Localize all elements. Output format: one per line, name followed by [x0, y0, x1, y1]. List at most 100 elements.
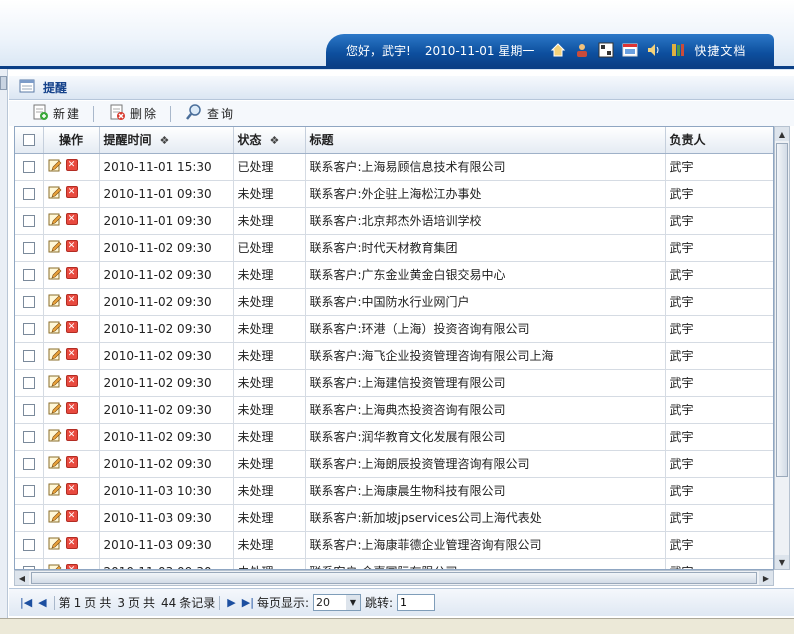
row-title[interactable]: 联系客户:广东金业黄金白银交易中心 — [305, 261, 666, 289]
table-row[interactable]: ✕ 2010-11-02 09:30 未处理 联系客户:润华教育文化发展有限公司 武宇 — [15, 423, 773, 451]
delete-icon[interactable]: ✕ — [65, 267, 78, 279]
edit-icon[interactable] — [48, 536, 62, 550]
delete-icon[interactable]: ✕ — [65, 402, 78, 414]
row-title[interactable]: 联系客户:上海康晨生物科技有限公司 — [305, 477, 666, 505]
books-icon[interactable] — [670, 42, 686, 58]
edit-icon[interactable] — [48, 482, 62, 496]
scroll-up-arrow-icon[interactable]: ▲ — [775, 127, 789, 141]
delete-icon[interactable]: ✕ — [65, 348, 78, 360]
vertical-scroll-thumb[interactable] — [776, 143, 788, 477]
row-checkbox[interactable] — [22, 269, 35, 281]
edit-icon[interactable] — [48, 509, 62, 523]
table-row[interactable]: ✕ 2010-11-03 09:30 未处理 联系客户:新加坡jpservices公司… — [15, 504, 773, 532]
row-title[interactable]: 联系客户:环港（上海）投资咨询有限公司 — [305, 315, 666, 343]
row-checkbox[interactable] — [22, 296, 35, 308]
table-row[interactable]: ✕ 2010-11-01 15:30 已处理 联系客户:上海易顾信息技术有限公司 武宇 — [15, 153, 773, 181]
table-row[interactable]: ✕ 2010-11-02 09:30 未处理 联系客户:上海建信投资管理有限公司 武宇 — [15, 369, 773, 397]
row-title[interactable]: 联系客户:润华教育文化发展有限公司 — [305, 423, 666, 451]
row-title[interactable]: 联系客户:中国防水行业网门户 — [305, 288, 666, 316]
edit-icon[interactable] — [48, 320, 62, 334]
horizontal-scrollbar[interactable]: ◀ ▶ — [14, 570, 774, 586]
delete-icon[interactable]: ✕ — [65, 213, 78, 225]
delete-icon[interactable]: ✕ — [65, 456, 78, 468]
table-row[interactable]: ✕2010-11-03 09:30未处理联系客户:金嘉国际有限公司武宇 — [15, 558, 773, 569]
horizontal-scroll-thumb[interactable] — [31, 572, 757, 584]
edit-icon[interactable] — [48, 428, 62, 442]
delete-icon[interactable]: ✕ — [65, 321, 78, 333]
row-checkbox[interactable] — [22, 485, 35, 497]
table-row[interactable]: ✕ 2010-11-02 09:30 未处理 联系客户:广东金业黄金白银交易中心 武宇 — [15, 261, 773, 289]
table-row[interactable]: ✕ 2010-11-02 09:30 未处理 联系客户:海飞企业投资管理咨询有限公司上… — [15, 342, 773, 370]
table-row[interactable]: ✕ 2010-11-03 09:30 未处理 联系客户:上海康菲德企业管理咨询有限公司… — [15, 531, 773, 559]
delete-icon[interactable]: ✕ — [65, 159, 78, 171]
row-checkbox[interactable] — [22, 161, 35, 173]
per-page-select[interactable]: 20 ▼ — [312, 594, 361, 611]
row-checkbox[interactable] — [22, 512, 35, 524]
table-row[interactable]: ✕ 2010-11-01 09:30 未处理 联系客户:外企驻上海松江办事处 武宇 — [15, 180, 773, 208]
edit-icon[interactable] — [48, 293, 62, 307]
table-row[interactable]: ✕ 2010-11-02 09:30 未处理 联系客户:上海朗辰投资管理咨询有限公司武… — [15, 450, 773, 478]
row-checkbox[interactable] — [22, 539, 35, 551]
scroll-left-arrow-icon[interactable]: ◀ — [15, 571, 29, 585]
row-checkbox[interactable] — [22, 215, 35, 227]
prev-page-icon[interactable]: ◀ — [38, 596, 46, 609]
row-title[interactable]: 联系客户:上海易顾信息技术有限公司 — [305, 153, 666, 181]
delete-icon[interactable]: ✕ — [65, 510, 78, 522]
table-row[interactable]: ✕ 2010-11-02 09:30 已处理 联系客户:时代天材教育集团 武宇 — [15, 234, 773, 262]
edit-icon[interactable] — [48, 401, 62, 415]
delete-icon[interactable]: ✕ — [65, 483, 78, 495]
first-page-icon[interactable]: |◀ — [20, 596, 32, 609]
row-checkbox[interactable] — [22, 377, 35, 389]
shortcut-docs-link[interactable]: 快捷文档 — [694, 42, 746, 59]
row-checkbox[interactable] — [22, 404, 35, 416]
edit-icon[interactable] — [48, 266, 62, 280]
row-title[interactable]: 联系客户:海飞企业投资管理咨询有限公司上海 — [305, 342, 666, 370]
table-row[interactable]: ✕ 2010-11-02 09:30 未处理 联系客户:上海典杰投资咨询有限公司 武宇 — [15, 396, 773, 424]
table-row[interactable]: ✕ 2010-11-03 10:30 未处理 联系客户:上海康晨生物科技有限公司 武宇 — [15, 477, 773, 505]
delete-icon[interactable]: ✕ — [65, 240, 78, 252]
row-title[interactable]: 联系客户:上海朗辰投资管理咨询有限公司 — [305, 450, 666, 478]
sound-icon[interactable] — [646, 42, 662, 58]
edit-icon[interactable] — [48, 185, 62, 199]
last-page-icon[interactable]: ▶| — [242, 596, 254, 609]
row-checkbox[interactable] — [22, 350, 35, 362]
row-checkbox[interactable] — [22, 188, 35, 200]
delete-icon[interactable]: ✕ — [65, 294, 78, 306]
table-row[interactable]: ✕ 2010-11-02 09:30 未处理 联系客户:中国防水行业网门户 武宇 — [15, 288, 773, 316]
search-button[interactable]: 查询 — [181, 103, 239, 124]
edit-icon[interactable] — [48, 455, 62, 469]
edit-icon[interactable] — [48, 212, 62, 226]
row-checkbox[interactable] — [22, 458, 35, 470]
delete-icon[interactable]: ✕ — [65, 186, 78, 198]
scroll-down-arrow-icon[interactable]: ▼ — [775, 555, 789, 569]
row-title[interactable]: 联系客户:上海康菲德企业管理咨询有限公司 — [305, 531, 666, 559]
user-icon[interactable] — [574, 42, 590, 58]
next-page-icon[interactable]: ▶ — [227, 596, 235, 609]
row-checkbox[interactable] — [22, 323, 35, 335]
edit-icon[interactable] — [48, 563, 62, 569]
delete-button[interactable]: 删除 — [104, 103, 162, 124]
column-header-status[interactable]: 状态 ❖ — [233, 127, 306, 154]
select-all-checkbox[interactable] — [22, 134, 35, 147]
row-title[interactable]: 联系客户:外企驻上海松江办事处 — [305, 180, 666, 208]
window-icon[interactable] — [622, 42, 638, 58]
row-title[interactable]: 联系客户:新加坡jpservices公司上海代表处 — [305, 504, 666, 532]
edit-icon[interactable] — [48, 239, 62, 253]
row-checkbox[interactable] — [22, 431, 35, 443]
row-title[interactable]: 联系客户:时代天材教育集团 — [305, 234, 666, 262]
row-checkbox[interactable] — [22, 242, 35, 254]
edit-icon[interactable] — [48, 374, 62, 388]
row-title[interactable]: 联系客户:金嘉国际有限公司 — [305, 558, 666, 569]
grid-icon[interactable] — [598, 42, 614, 58]
home-icon[interactable] — [550, 42, 566, 58]
vertical-scrollbar[interactable]: ▲ ▼ — [774, 126, 790, 570]
sidebar-toggle[interactable] — [0, 76, 7, 90]
row-title[interactable]: 联系客户:上海典杰投资咨询有限公司 — [305, 396, 666, 424]
delete-icon[interactable]: ✕ — [65, 429, 78, 441]
row-title[interactable]: 联系客户:上海建信投资管理有限公司 — [305, 369, 666, 397]
delete-icon[interactable]: ✕ — [65, 537, 78, 549]
row-title[interactable]: 联系客户:北京邦杰外语培训学校 — [305, 207, 666, 235]
edit-icon[interactable] — [48, 347, 62, 361]
table-row[interactable]: ✕ 2010-11-01 09:30 未处理 联系客户:北京邦杰外语培训学校 武宇 — [15, 207, 773, 235]
table-row[interactable]: ✕ 2010-11-02 09:30 未处理 联系客户:环港（上海）投资咨询有限公司武… — [15, 315, 773, 343]
